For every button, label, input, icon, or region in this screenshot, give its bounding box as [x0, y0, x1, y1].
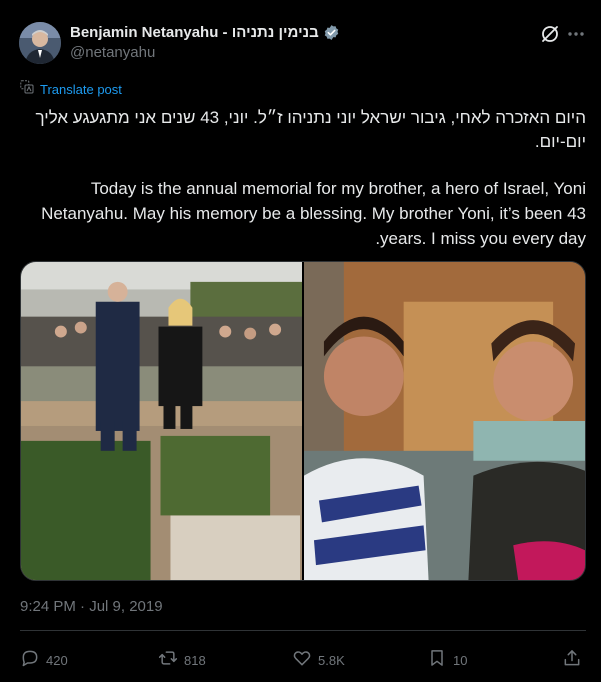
- heart-icon: [292, 648, 312, 673]
- reply-count: 420: [46, 653, 68, 668]
- share-button[interactable]: [562, 648, 582, 673]
- avatar[interactable]: [19, 22, 61, 64]
- bookmark-button[interactable]: 10: [427, 648, 467, 673]
- photo-memorial-grave[interactable]: [21, 262, 302, 580]
- post-text-english: Today is the annual memorial for my brot…: [41, 179, 586, 248]
- post-media: [20, 261, 586, 581]
- grok-icon[interactable]: [538, 22, 562, 46]
- translate-post-link[interactable]: Translate post: [20, 80, 122, 99]
- repost-button[interactable]: 818: [158, 648, 206, 673]
- like-button[interactable]: 5.8K: [292, 648, 345, 673]
- repost-icon: [158, 648, 178, 673]
- post-text-hebrew: היום האזכרה לאחי, גיבור ישראל יוני נתניה…: [35, 108, 586, 151]
- post-actions: 420 818 5.8K 10: [20, 648, 586, 672]
- photo-yoni-netanyahu[interactable]: [304, 262, 585, 580]
- like-count: 5.8K: [318, 653, 345, 668]
- repost-count: 818: [184, 653, 206, 668]
- translate-post-label: Translate post: [40, 82, 122, 97]
- bookmark-count: 10: [453, 653, 468, 668]
- author-name-row: Benjamin Netanyahu - בנימין נתניהו: [70, 24, 340, 41]
- reply-button[interactable]: 420: [20, 648, 68, 673]
- author-handle[interactable]: @netanyahu: [70, 44, 155, 61]
- reply-icon: [20, 648, 40, 673]
- post-timestamp[interactable]: 9:24 PM · Jul 9, 2019: [20, 598, 163, 615]
- divider: [20, 630, 586, 631]
- bookmark-icon: [427, 648, 447, 673]
- more-icon[interactable]: [566, 22, 586, 46]
- translate-icon: [20, 80, 34, 99]
- share-icon: [562, 648, 582, 673]
- author-display-name[interactable]: Benjamin Netanyahu - בנימין נתניהו: [70, 24, 319, 41]
- verified-badge-icon: [323, 24, 340, 41]
- post: Benjamin Netanyahu - בנימין נתניהו @neta…: [0, 0, 601, 682]
